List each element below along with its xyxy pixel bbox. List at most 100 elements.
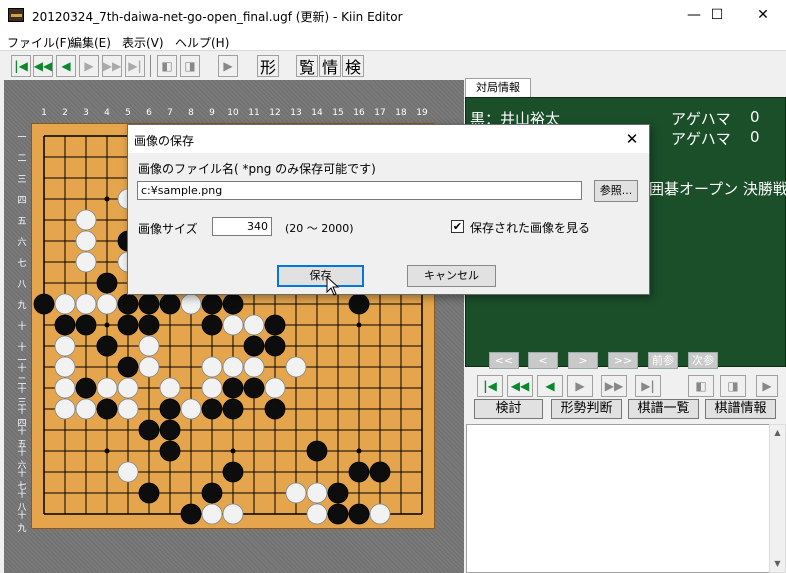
menu-view[interactable]: 表示(V)	[122, 34, 164, 51]
black-stone	[54, 314, 76, 336]
column-label: 7	[167, 108, 173, 118]
shape-button[interactable]: 形	[257, 55, 279, 77]
toolbar-separator	[150, 55, 151, 77]
file-name-input[interactable]: c:¥sample.png	[137, 181, 582, 200]
play-icon[interactable]: ▶	[218, 55, 238, 77]
image-size-range: (20 〜 2000)	[285, 222, 354, 235]
prev-variation-icon[interactable]: ◧	[157, 55, 177, 77]
white-stone	[201, 377, 223, 399]
white-stone	[138, 335, 160, 357]
black-stone	[222, 398, 244, 420]
comment-area[interactable]	[466, 424, 770, 573]
black-stone	[159, 398, 181, 420]
star-point	[104, 196, 110, 202]
next-variation-icon[interactable]: ◨	[180, 55, 200, 77]
dialog-title-bar: 画像の保存 ✕	[128, 125, 649, 153]
cancel-button[interactable]: キャンセル	[407, 265, 496, 287]
black-stone	[222, 461, 244, 483]
white-stone	[180, 293, 202, 315]
forward-icon[interactable]: ▶	[79, 55, 99, 77]
tab-game-info[interactable]: 対局情報	[465, 78, 531, 98]
column-label: 16	[353, 108, 365, 118]
column-label: 8	[188, 108, 194, 118]
black-stone	[138, 419, 160, 441]
white-stone	[159, 377, 181, 399]
back-icon[interactable]: ◀	[537, 375, 563, 397]
agehama-label: アゲハマ	[671, 130, 731, 148]
image-size-label: 画像サイズ	[138, 222, 198, 236]
black-stone	[264, 314, 286, 336]
nav-next-ref[interactable]: 次参	[688, 352, 718, 369]
list-button[interactable]: 覧	[296, 55, 318, 77]
title-bar: 20120324_7th-daiwa-net-go-open_final.ugf…	[0, 0, 786, 31]
last-move-icon[interactable]: ▶|	[125, 55, 145, 77]
fast-forward-icon[interactable]: ▶▶	[601, 375, 627, 397]
black-stone	[327, 503, 349, 525]
black-stone	[75, 314, 97, 336]
evaluate-button[interactable]: 形勢判断	[551, 399, 622, 419]
first-move-icon[interactable]: |◀	[11, 55, 31, 77]
menu-file[interactable]: ファイル(F)	[7, 34, 71, 51]
black-stone	[33, 293, 55, 315]
black-stone	[201, 314, 223, 336]
first-move-icon[interactable]: |◀	[477, 375, 503, 397]
nav-next[interactable]: >	[568, 352, 598, 369]
nav-prev[interactable]: <	[528, 352, 558, 369]
record-info-button[interactable]: 棋譜情報	[705, 399, 776, 419]
white-stone	[243, 314, 265, 336]
comment-scrollbar[interactable]: ▲ ▼	[769, 424, 786, 573]
menu-help[interactable]: ヘルプ(H)	[175, 34, 229, 51]
nav-first[interactable]: <<	[489, 352, 519, 369]
black-stone	[327, 482, 349, 504]
last-move-icon[interactable]: ▶|	[635, 375, 661, 397]
dialog-close-button[interactable]: ✕	[618, 129, 646, 149]
white-stone	[243, 356, 265, 378]
scroll-up-icon[interactable]: ▲	[770, 425, 785, 441]
white-stone	[54, 293, 76, 315]
row-label: 十九	[17, 511, 27, 534]
column-label: 19	[416, 108, 428, 118]
black-stone	[369, 461, 391, 483]
fast-forward-icon[interactable]: ▶▶	[102, 55, 122, 77]
white-stone	[75, 293, 97, 315]
black-stone	[243, 335, 265, 357]
menu-edit[interactable]: 編集(E)	[70, 34, 111, 51]
row-label: 八	[17, 280, 27, 290]
image-size-input[interactable]: 340	[212, 217, 272, 236]
black-stone	[201, 482, 223, 504]
black-stone	[138, 314, 160, 336]
white-stone	[222, 356, 244, 378]
forward-icon[interactable]: ▶	[567, 375, 593, 397]
white-stone	[75, 251, 97, 273]
view-saved-checkbox[interactable]: ✔	[451, 220, 464, 233]
record-list-button[interactable]: 棋譜一覧	[628, 399, 699, 419]
review-button[interactable]: 検討	[474, 399, 543, 419]
fast-back-icon[interactable]: ◀◀	[507, 375, 533, 397]
mouse-pointer-icon	[326, 276, 340, 296]
nav-last[interactable]: >>	[608, 352, 638, 369]
black-stone	[117, 314, 139, 336]
save-button[interactable]: 保存	[277, 265, 364, 287]
play-icon[interactable]: ▶	[756, 375, 778, 397]
next-variation-icon[interactable]: ◨	[720, 375, 746, 397]
fast-back-icon[interactable]: ◀◀	[33, 55, 53, 77]
black-stone	[138, 293, 160, 315]
white-stone	[75, 209, 97, 231]
nav-prev-ref[interactable]: 前参	[648, 352, 678, 369]
black-stone	[96, 335, 118, 357]
maximize-button[interactable]: ☐	[694, 0, 740, 31]
black-stone	[201, 398, 223, 420]
dialog-title: 画像の保存	[134, 134, 195, 148]
white-stone	[306, 482, 328, 504]
menu-bar: ファイル(F) 編集(E) 表示(V) ヘルプ(H)	[0, 31, 786, 51]
scroll-down-icon[interactable]: ▼	[770, 556, 785, 572]
close-button[interactable]: ✕	[740, 0, 786, 31]
search-button[interactable]: 検	[342, 55, 364, 77]
browse-button[interactable]: 参照...	[594, 180, 638, 202]
info-button[interactable]: 情	[319, 55, 341, 77]
back-icon[interactable]: ◀	[56, 55, 76, 77]
column-label: 5	[125, 108, 131, 118]
white-stone	[54, 377, 76, 399]
prev-variation-icon[interactable]: ◧	[688, 375, 714, 397]
view-saved-label[interactable]: 保存された画像を見る	[470, 219, 590, 236]
